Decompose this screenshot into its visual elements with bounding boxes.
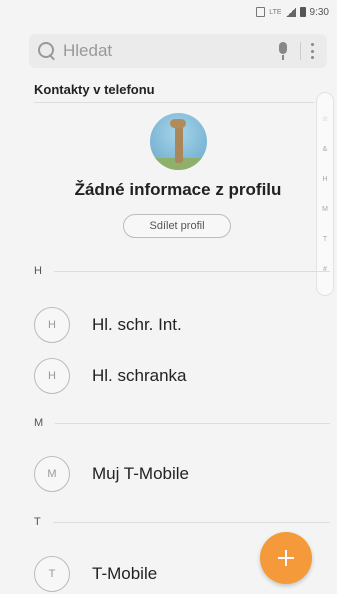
group-header-m: M xyxy=(34,417,330,429)
group-divider xyxy=(52,521,330,523)
section-divider xyxy=(34,102,314,103)
contact-row[interactable]: M Muj T-Mobile xyxy=(34,454,314,494)
group-letter: H xyxy=(34,265,42,277)
contact-name: Muj T-Mobile xyxy=(92,464,189,483)
search-input[interactable]: Hledat xyxy=(63,41,276,61)
contact-avatar: H xyxy=(34,307,70,343)
contact-name: Hl. schranka xyxy=(92,366,187,385)
group-header-h: H xyxy=(34,265,330,277)
group-divider xyxy=(55,422,330,424)
status-time: 9:30 xyxy=(309,6,329,18)
index-item-favorites[interactable]: ☆ xyxy=(322,115,328,123)
profile-name: Žádné informace z profilu xyxy=(74,180,282,199)
search-icon xyxy=(37,41,57,61)
battery-icon xyxy=(299,7,306,17)
add-contact-button[interactable] xyxy=(260,532,312,584)
contact-row[interactable]: H Hl. schr. Int. xyxy=(34,305,314,345)
lte-indicator: LTE xyxy=(269,8,282,16)
group-letter: M xyxy=(34,417,44,429)
search-bar[interactable]: Hledat xyxy=(29,34,327,68)
contact-avatar: H xyxy=(34,358,70,394)
giraffe-head xyxy=(170,119,186,128)
group-divider xyxy=(53,270,330,272)
index-item-symbols[interactable]: & xyxy=(323,146,328,153)
giraffe-icon xyxy=(175,123,183,163)
index-item-t[interactable]: T xyxy=(323,236,327,243)
plus-icon xyxy=(278,550,294,566)
index-item-m[interactable]: M xyxy=(322,206,328,213)
contact-row[interactable]: H Hl. schranka xyxy=(34,356,314,396)
contact-avatar: T xyxy=(34,556,70,592)
contact-name: T-Mobile xyxy=(92,564,158,583)
contact-avatar: M xyxy=(34,456,70,492)
share-profile-button[interactable]: Sdílet profil xyxy=(123,214,231,238)
search-divider xyxy=(300,42,301,60)
microphone-icon[interactable] xyxy=(276,41,290,61)
group-header-t: T xyxy=(34,516,330,528)
status-bar: LTE 9:30 xyxy=(0,0,337,24)
section-title: Kontakty v telefonu xyxy=(34,82,155,97)
more-options-icon[interactable] xyxy=(311,43,315,59)
profile-avatar[interactable] xyxy=(150,113,207,170)
contact-name: Hl. schr. Int. xyxy=(92,315,182,334)
group-letter: T xyxy=(34,516,41,528)
signal-icon xyxy=(285,7,296,17)
nfc-icon xyxy=(256,7,266,17)
